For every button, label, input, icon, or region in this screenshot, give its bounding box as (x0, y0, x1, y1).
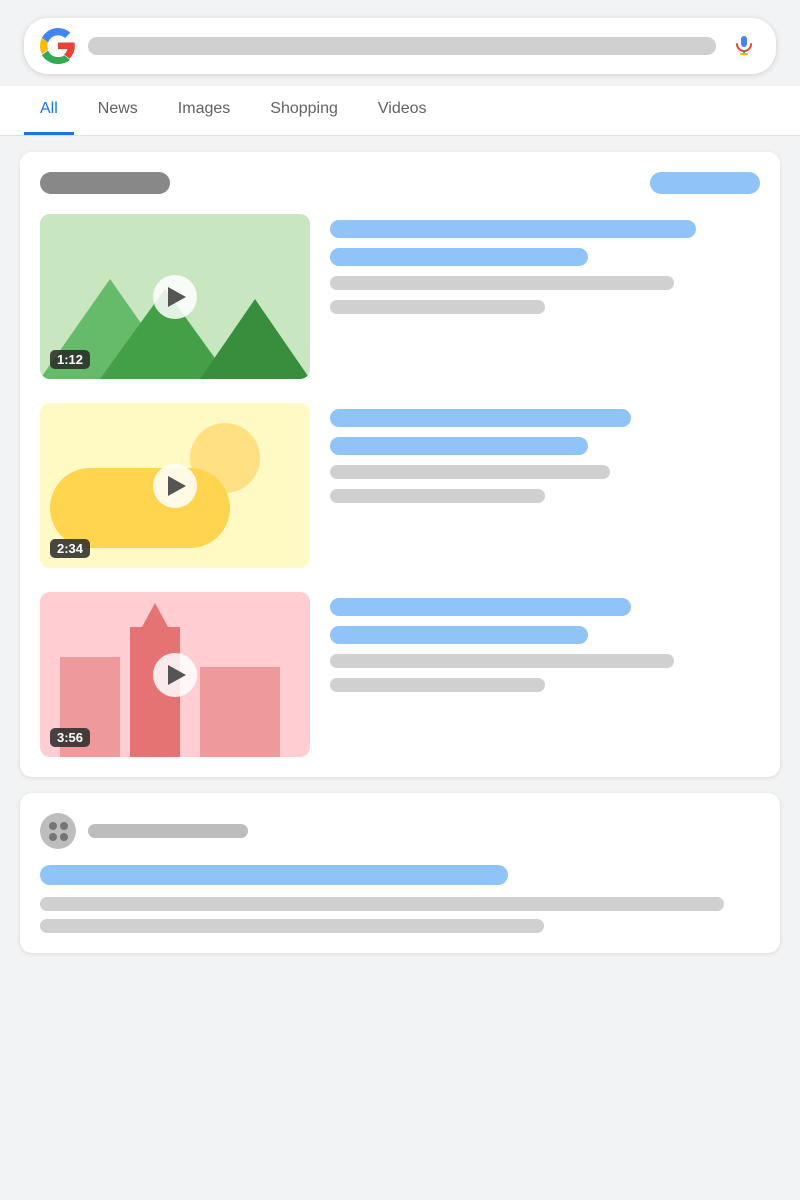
video-info-2 (330, 403, 760, 568)
favicon-dot-2 (60, 822, 68, 830)
video-desc-2a (330, 465, 610, 479)
search-bar-container (0, 0, 800, 74)
video-title-3 (330, 598, 631, 616)
favicon-dot-3 (49, 833, 57, 841)
play-triangle-icon (168, 476, 186, 496)
result-desc-2 (40, 919, 544, 933)
video-results-card: 1:12 2:34 (20, 152, 780, 777)
card-header-button[interactable] (650, 172, 760, 194)
tab-shopping[interactable]: Shopping (254, 86, 354, 135)
video-item-1[interactable]: 1:12 (40, 214, 760, 379)
video-channel-3 (330, 626, 588, 644)
tab-news[interactable]: News (82, 86, 154, 135)
video-desc-2b (330, 489, 545, 503)
video-thumbnail-2[interactable]: 2:34 (40, 403, 310, 568)
favicon-dot-4 (60, 833, 68, 841)
play-triangle-icon (168, 287, 186, 307)
tab-videos[interactable]: Videos (362, 86, 443, 135)
tab-all[interactable]: All (24, 86, 74, 135)
google-logo (40, 28, 76, 64)
video-item-2[interactable]: 2:34 (40, 403, 760, 568)
result-desc-1 (40, 897, 724, 911)
video-duration-2: 2:34 (50, 539, 90, 558)
video-info-1 (330, 214, 760, 379)
video-info-3 (330, 592, 760, 757)
video-title-2 (330, 409, 631, 427)
video-item-3[interactable]: 3:56 (40, 592, 760, 757)
video-desc-1b (330, 300, 545, 314)
video-desc-1a (330, 276, 674, 290)
video-channel-2 (330, 437, 588, 455)
video-thumbnail-3[interactable]: 3:56 (40, 592, 310, 757)
cloud-shape (50, 468, 230, 548)
search-bar[interactable] (24, 18, 776, 74)
building-right (200, 667, 280, 757)
tower-top (142, 603, 168, 627)
bottom-result-card (20, 793, 780, 953)
result-header (40, 813, 760, 849)
play-button-2[interactable] (153, 464, 197, 508)
mountain-right (200, 299, 310, 379)
play-triangle-icon (168, 665, 186, 685)
card-header-label (40, 172, 170, 194)
tab-images[interactable]: Images (162, 86, 246, 135)
video-title-1 (330, 220, 696, 238)
video-channel-1 (330, 248, 588, 266)
favicon-dot-1 (49, 822, 57, 830)
favicon-dots (45, 818, 72, 845)
video-duration-3: 3:56 (50, 728, 90, 747)
video-desc-3b (330, 678, 545, 692)
result-favicon (40, 813, 76, 849)
video-thumbnail-1[interactable]: 1:12 (40, 214, 310, 379)
result-title[interactable] (40, 865, 508, 885)
mic-icon[interactable] (728, 30, 760, 62)
video-desc-3a (330, 654, 674, 668)
tabs-container: All News Images Shopping Videos (0, 86, 800, 136)
video-duration-1: 1:12 (50, 350, 90, 369)
play-button-3[interactable] (153, 653, 197, 697)
main-content: 1:12 2:34 (0, 136, 800, 969)
result-source (88, 824, 248, 838)
card-header (40, 172, 760, 194)
play-button-1[interactable] (153, 275, 197, 319)
search-input[interactable] (88, 37, 716, 55)
